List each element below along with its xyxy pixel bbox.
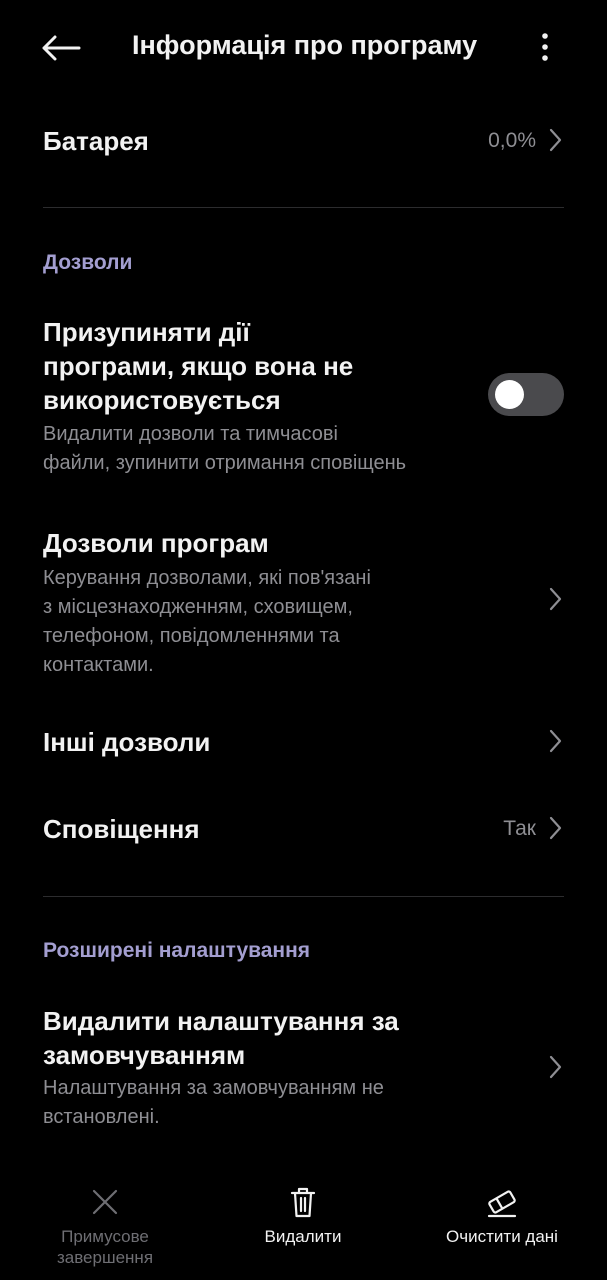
label-line: Примусове [61,1227,149,1246]
label-line: завершення [56,1248,154,1267]
chevron-right-icon [549,1055,562,1079]
notifications-value: Так [503,817,536,840]
divider [43,896,564,897]
title-line: використовується [43,385,281,415]
clear-data-button[interactable]: Очистити дані [438,1184,566,1247]
subtitle-line: контактами. [43,654,154,676]
toggle-knob [495,380,524,409]
title-line: програми, якщо вона не [43,351,354,381]
more-options-button[interactable] [526,26,564,68]
battery-value: 0,0% [488,129,536,152]
pause-app-activity-title: Призупиняти дії програми, якщо вона не в… [43,315,353,417]
force-stop-button[interactable]: Примусове завершення [44,1184,166,1268]
notifications-row[interactable]: Сповіщення Так [0,795,607,865]
subtitle-line: Видалити дозволи та тимчасові [43,423,338,445]
page-title: Інформація про програму [132,30,478,60]
close-x-icon [92,1189,118,1215]
trash-icon [290,1187,316,1218]
subtitle-line: Керування дозволами, які пов'язані [43,567,371,589]
title-line: Видалити налаштування за [43,1006,399,1036]
subtitle-line: з місцезнаходженням, сховищем, [43,596,353,618]
section-label-permissions: Дозволи [43,251,133,274]
more-vertical-icon [542,33,548,61]
clear-defaults-subtitle: Налаштування за замовчуванням не встанов… [43,1074,384,1132]
clear-defaults-row[interactable]: Видалити налаштування за замовчуванням Н… [0,1000,607,1140]
chevron-right-icon [549,816,562,840]
back-button[interactable] [38,28,84,68]
subtitle-line: файли, зупинити отримання сповіщень [43,452,407,474]
title-line: замовчуванням [43,1040,246,1070]
section-label-advanced: Розширені налаштування [43,939,311,962]
chevron-right-icon [549,587,562,611]
battery-label: Батарея [43,126,149,156]
uninstall-button[interactable]: Видалити [250,1184,356,1247]
bottom-action-bar: Примусове завершення Видалити Очистити д… [0,1170,607,1280]
app-permissions-subtitle: Керування дозволами, які пов'язані з міс… [43,564,371,680]
subtitle-line: Налаштування за замовчуванням не [43,1077,384,1099]
app-permissions-row[interactable]: Дозволи програм Керування дозволами, які… [0,522,607,682]
chevron-right-icon [549,729,562,753]
clear-defaults-title: Видалити налаштування за замовчуванням [43,1004,399,1072]
eraser-icon [487,1190,517,1218]
notifications-title: Сповіщення [43,814,200,844]
arrow-left-icon [42,35,81,61]
pause-app-activity-toggle[interactable] [488,373,564,416]
subtitle-line: встановлені. [43,1106,160,1128]
force-stop-label: Примусове завершення [44,1226,166,1268]
top-app-bar: Інформація про програму [0,0,607,96]
subtitle-line: телефоном, повідомленнями та [43,625,340,647]
pause-app-activity-subtitle: Видалити дозволи та тимчасові файли, зуп… [43,420,406,478]
title-line: Призупиняти дії [43,317,250,347]
clear-data-label: Очистити дані [446,1227,558,1246]
divider [43,207,564,208]
battery-row[interactable]: Батарея 0,0% [0,100,607,184]
chevron-right-icon [549,128,562,152]
app-permissions-title: Дозволи програм [43,528,269,558]
other-permissions-row[interactable]: Інші дозволи [0,708,607,778]
uninstall-label: Видалити [264,1227,342,1246]
other-permissions-title: Інші дозволи [43,727,211,757]
